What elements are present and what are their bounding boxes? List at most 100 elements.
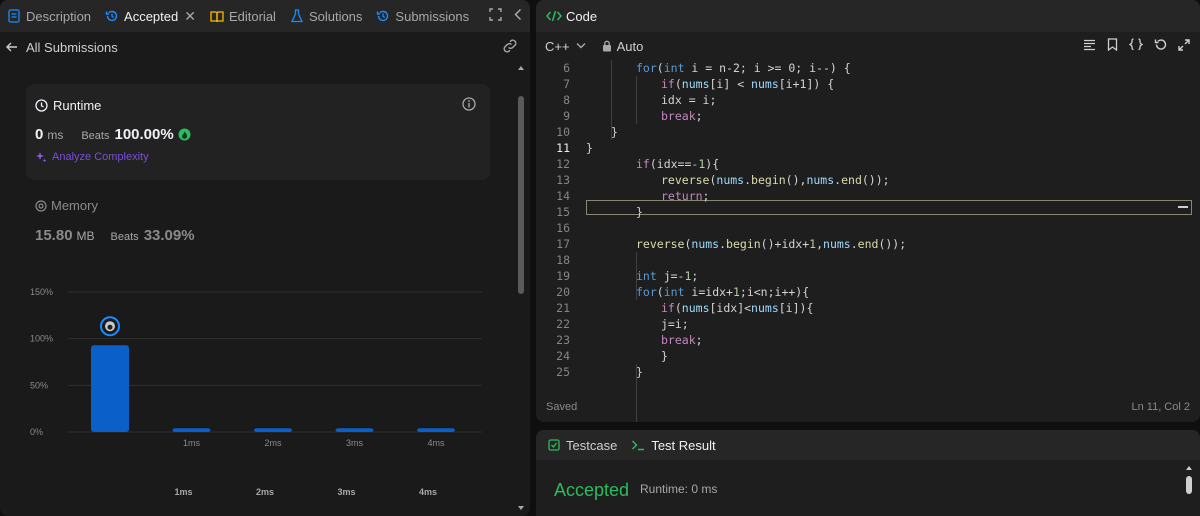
code-token: for [636,61,657,75]
code-token: ( [656,285,664,299]
code-token: for [636,285,657,299]
tab-editorial[interactable]: Editorial [203,0,283,32]
code-tab-label[interactable]: Code [566,9,597,24]
memory-title[interactable]: Memory [35,198,98,213]
tab-accepted[interactable]: Accepted ✕ [98,0,203,32]
code-token: . [850,237,858,251]
line-number: 17 [556,237,570,251]
format-icon[interactable] [1083,39,1096,54]
result-runtime: Runtime: 0 ms [640,482,718,496]
code-line[interactable]: 11} [536,140,1192,156]
info-icon[interactable] [462,97,476,114]
fullscreen-icon[interactable] [1178,38,1190,54]
code-line[interactable]: 24} [536,348,1192,364]
line-code: break; [661,333,703,347]
code-token: i = n-2; i >= 0; i--) { [684,61,851,75]
runtime-value: 0 [35,126,44,143]
code-token: i=idx+ [684,285,733,299]
code-line[interactable]: 7 if(nums[i] < nums[i+1]) { [536,76,1192,92]
code-line[interactable]: 18 [536,252,1192,268]
line-number: 19 [556,269,570,283]
runtime-beats-value: 100.00% [114,126,174,143]
user-avatar-dot [107,324,113,330]
problem-tab-bar: Description Accepted ✕ Editorial Solutio… [0,0,530,32]
result-scrollbar[interactable] [1184,464,1194,514]
code-line[interactable]: 8 idx = i; [536,92,1192,108]
code-line[interactable]: 19 int j=-1; [536,268,1192,284]
code-line[interactable]: 15} [536,204,1192,220]
y-tick-label: 50% [30,380,48,390]
code-token: nums [716,173,745,187]
line-code: j=i; [661,317,689,331]
code-line[interactable]: 9 break; [536,108,1192,124]
code-line[interactable]: 25} [536,364,1192,380]
tab-solutions-label: Solutions [308,8,363,24]
y-tick-label: 0% [30,427,43,437]
line-number: 7 [563,77,570,91]
runtime-title: Runtime [35,98,101,113]
line-number: 8 [563,93,570,107]
tab-submissions[interactable]: Submissions [369,0,476,32]
line-code: idx = i; [661,93,716,107]
code-icon [546,10,562,22]
tab-test-result[interactable]: Test Result [631,437,716,453]
chart-bar[interactable] [254,428,292,432]
memory-values: 15.80 MB Beats 33.09% [35,227,195,244]
code-line[interactable]: 6 for(int i = n-2; i >= 0; i--) { [536,60,1192,76]
result-tab-bar: Testcase Test Result [536,430,1200,460]
tab-editorial-label: Editorial [228,8,276,24]
indent-guide [636,76,637,124]
chart-bar[interactable] [417,428,455,432]
code-line[interactable]: 13 reverse(nums.begin(),nums.end()); [536,172,1192,188]
language-select[interactable]: C++ [545,39,586,54]
analyze-complexity-button[interactable]: Analyze Complexity [35,151,149,163]
reset-icon[interactable] [1154,38,1167,54]
code-token: ( [674,77,682,91]
braces-icon[interactable] [1128,38,1144,54]
link-icon[interactable] [502,39,518,56]
x-axis-label: 3ms [337,487,355,497]
collapse-icon[interactable] [514,8,522,24]
chart-bar[interactable] [91,345,129,432]
chart-bar[interactable] [172,428,211,432]
autosave-toggle[interactable]: Auto [602,39,643,54]
tab-solutions[interactable]: Solutions [283,0,369,32]
left-scroll-thumb[interactable] [518,96,524,294]
tab-test-result-label: Test Result [651,437,716,453]
code-token: j=i; [661,317,689,331]
left-scrollbar[interactable] [515,62,527,516]
code-token: [i+1]) { [778,77,835,91]
code-line[interactable]: 23 break; [536,332,1192,348]
code-line[interactable]: 21 if(nums[idx]<nums[i]){ [536,300,1192,316]
code-line[interactable]: 22 j=i; [536,316,1192,332]
code-token: 1 [732,285,740,299]
line-code: if(nums[idx]<nums[i]){ [661,301,813,315]
x-axis-label: 4ms [419,487,437,497]
code-line[interactable]: 20 for(int i=idx+1;i<n;i++){ [536,284,1192,300]
indent-guide [636,364,637,380]
memory-beats-label: Beats [110,231,139,243]
code-line[interactable]: 16 [536,220,1192,236]
line-code: } [636,205,643,219]
code-editor[interactable]: 6 for(int i = n-2; i >= 0; i--) {7 if(nums… [536,60,1192,422]
editor-scrollbar[interactable] [1192,60,1200,382]
code-token: nums [681,77,710,91]
maximize-icon[interactable] [489,8,502,24]
runtime-distribution-chart: 150% 100% 50% 0% 1ms 2ms 3ms 4ms 1ms 2ms 3ms 4ms [0,280,515,516]
code-token: ( [656,61,664,75]
close-icon[interactable]: ✕ [184,8,196,25]
code-line[interactable]: 10} [536,124,1192,140]
code-line[interactable]: 12 if(idx==-1){ [536,156,1192,172]
code-line[interactable]: 17 reverse(nums.begin()+idx+1,nums.end())… [536,236,1192,252]
chevron-down-icon [576,41,586,52]
tab-testcase[interactable]: Testcase [548,438,617,453]
chart-bar[interactable] [335,428,374,432]
bookmark-icon[interactable] [1107,38,1118,54]
line-number: 22 [556,317,570,331]
code-line[interactable]: 14 return; [536,188,1192,204]
code-token: break [661,333,696,347]
code-token: ){ [705,157,720,171]
back-to-submissions[interactable]: All Submissions [0,32,530,62]
tab-description[interactable]: Description [0,0,98,32]
code-token: end [857,237,879,251]
